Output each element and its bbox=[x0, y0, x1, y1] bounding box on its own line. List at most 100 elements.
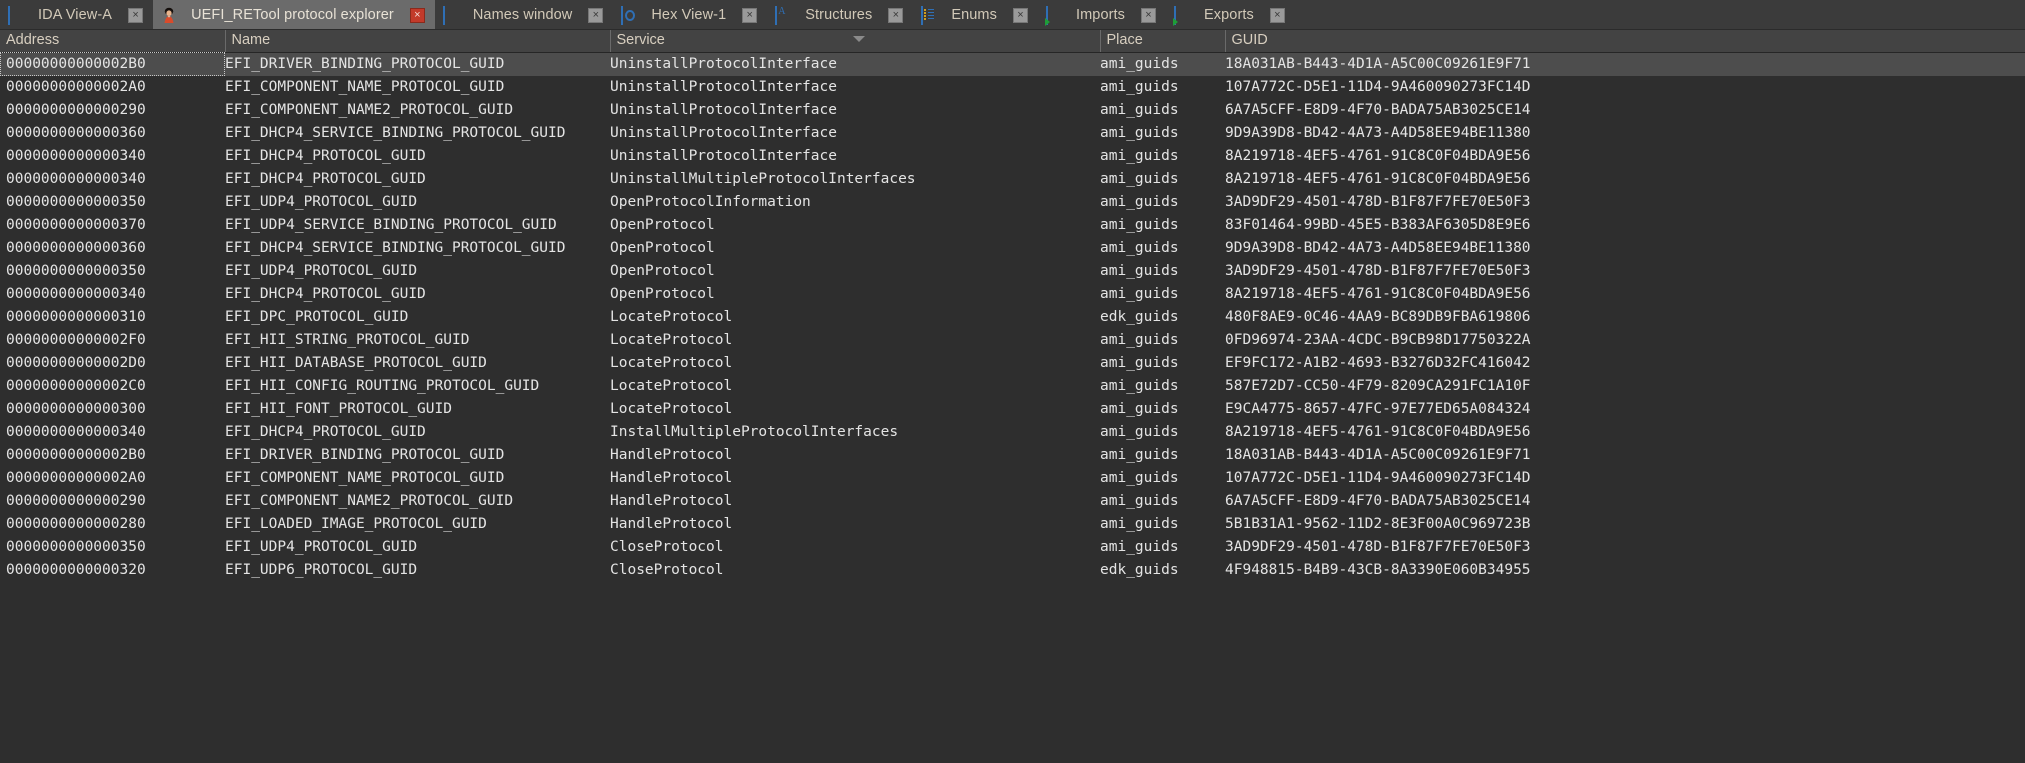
cell-service[interactable]: OpenProtocol bbox=[610, 260, 1100, 283]
cell-service[interactable]: UninstallProtocolInterface bbox=[610, 76, 1100, 99]
cell-address[interactable]: 0000000000000340 bbox=[0, 145, 225, 168]
cell-guid[interactable]: 6A7A5CFF-E8D9-4F70-BADA75AB3025CE14 bbox=[1225, 490, 2025, 513]
cell-guid[interactable]: 5B1B31A1-9562-11D2-8E3F00A0C969723B bbox=[1225, 513, 2025, 536]
cell-name[interactable]: EFI_DHCP4_PROTOCOL_GUID bbox=[225, 145, 610, 168]
cell-place[interactable]: ami_guids bbox=[1100, 76, 1225, 99]
cell-place[interactable]: ami_guids bbox=[1100, 237, 1225, 260]
cell-address[interactable]: 00000000000002F0 bbox=[0, 329, 225, 352]
cell-address[interactable]: 0000000000000300 bbox=[0, 398, 225, 421]
cell-place[interactable]: ami_guids bbox=[1100, 145, 1225, 168]
table-row[interactable]: 00000000000002A0 EFI_COMPONENT_NAME_PROTO… bbox=[0, 466, 2025, 490]
cell-service[interactable]: InstallMultipleProtocolInterfaces bbox=[610, 421, 1100, 444]
cell-name[interactable]: EFI_LOADED_IMAGE_PROTOCOL_GUID bbox=[225, 513, 610, 536]
cell-address[interactable]: 0000000000000360 bbox=[0, 237, 225, 260]
cell-service[interactable]: LocateProtocol bbox=[610, 375, 1100, 398]
cell-address[interactable]: 0000000000000340 bbox=[0, 283, 225, 306]
cell-guid[interactable]: 107A772C-D5E1-11D4-9A460090273FC14D bbox=[1225, 467, 2025, 490]
cell-service[interactable]: OpenProtocol bbox=[610, 214, 1100, 237]
table-row[interactable]: 0000000000000290 EFI_COMPONENT_NAME2_PROT… bbox=[0, 98, 2025, 122]
table-row[interactable]: 0000000000000340 EFI_DHCP4_PROTOCOL_GUID U… bbox=[0, 144, 2025, 168]
close-icon[interactable]: × bbox=[1141, 7, 1157, 23]
column-header-address[interactable]: Address bbox=[0, 30, 226, 53]
cell-guid[interactable]: 587E72D7-CC50-4F79-8209CA291FC1A10F bbox=[1225, 375, 2025, 398]
cell-address[interactable]: 00000000000002A0 bbox=[0, 467, 225, 490]
cell-place[interactable]: ami_guids bbox=[1100, 444, 1225, 467]
column-header-guid[interactable]: GUID bbox=[1225, 30, 2025, 53]
cell-place[interactable]: ami_guids bbox=[1100, 536, 1225, 559]
close-icon[interactable]: × bbox=[588, 7, 604, 23]
protocol-table-container[interactable]: Address Name Service Place GUID 000000000000… bbox=[0, 30, 2025, 763]
table-row[interactable]: 00000000000002B0 EFI_DRIVER_BINDING_PROTO… bbox=[0, 443, 2025, 467]
cell-address[interactable]: 0000000000000280 bbox=[0, 513, 225, 536]
cell-guid[interactable]: 3AD9DF29-4501-478D-B1F87F7FE70E50F3 bbox=[1225, 191, 2025, 214]
cell-place[interactable]: ami_guids bbox=[1100, 99, 1225, 122]
cell-name[interactable]: EFI_COMPONENT_NAME2_PROTOCOL_GUID bbox=[225, 490, 610, 513]
cell-place[interactable]: ami_guids bbox=[1100, 122, 1225, 145]
table-row[interactable]: 0000000000000320 EFI_UDP6_PROTOCOL_GUID Cl… bbox=[0, 558, 2025, 582]
table-row[interactable]: 00000000000002F0 EFI_HII_STRING_PROTOCOL_… bbox=[0, 328, 2025, 352]
cell-address[interactable]: 00000000000002A0 bbox=[0, 76, 225, 99]
cell-name[interactable]: EFI_COMPONENT_NAME2_PROTOCOL_GUID bbox=[225, 99, 610, 122]
cell-guid[interactable]: 9D9A39D8-BD42-4A73-A4D58EE94BE11380 bbox=[1225, 122, 2025, 145]
cell-place[interactable]: ami_guids bbox=[1100, 260, 1225, 283]
column-header-name[interactable]: Name bbox=[225, 30, 611, 53]
cell-guid[interactable]: 83F01464-99BD-45E5-B383AF6305D8E9E6 bbox=[1225, 214, 2025, 237]
table-row[interactable]: 00000000000002C0 EFI_HII_CONFIG_ROUTING_P… bbox=[0, 374, 2025, 398]
cell-service[interactable]: LocateProtocol bbox=[610, 352, 1100, 375]
cell-name[interactable]: EFI_UDP4_PROTOCOL_GUID bbox=[225, 191, 610, 214]
cell-service[interactable]: HandleProtocol bbox=[610, 490, 1100, 513]
cell-guid[interactable]: 8A219718-4EF5-4761-91C8C0F04BDA9E56 bbox=[1225, 145, 2025, 168]
cell-place[interactable]: ami_guids bbox=[1100, 421, 1225, 444]
cell-guid[interactable]: 107A772C-D5E1-11D4-9A460090273FC14D bbox=[1225, 76, 2025, 99]
table-row[interactable]: 0000000000000360 EFI_DHCP4_SERVICE_BINDIN… bbox=[0, 236, 2025, 260]
table-row[interactable]: 0000000000000340 EFI_DHCP4_PROTOCOL_GUID O… bbox=[0, 282, 2025, 306]
cell-place[interactable]: ami_guids bbox=[1100, 283, 1225, 306]
cell-place[interactable]: ami_guids bbox=[1100, 168, 1225, 191]
cell-service[interactable]: CloseProtocol bbox=[610, 559, 1100, 582]
cell-address[interactable]: 0000000000000290 bbox=[0, 99, 225, 122]
cell-name[interactable]: EFI_HII_FONT_PROTOCOL_GUID bbox=[225, 398, 610, 421]
cell-guid[interactable]: 9D9A39D8-BD42-4A73-A4D58EE94BE11380 bbox=[1225, 237, 2025, 260]
cell-service[interactable]: LocateProtocol bbox=[610, 329, 1100, 352]
cell-address[interactable]: 0000000000000350 bbox=[0, 536, 225, 559]
cell-service[interactable]: LocateProtocol bbox=[610, 398, 1100, 421]
table-row[interactable]: 0000000000000290 EFI_COMPONENT_NAME2_PROT… bbox=[0, 489, 2025, 513]
cell-address[interactable]: 0000000000000340 bbox=[0, 421, 225, 444]
cell-name[interactable]: EFI_UDP6_PROTOCOL_GUID bbox=[225, 559, 610, 582]
cell-place[interactable]: ami_guids bbox=[1100, 490, 1225, 513]
cell-name[interactable]: EFI_DHCP4_PROTOCOL_GUID bbox=[225, 168, 610, 191]
table-row[interactable]: 0000000000000350 EFI_UDP4_PROTOCOL_GUID Cl… bbox=[0, 535, 2025, 559]
cell-name[interactable]: EFI_HII_STRING_PROTOCOL_GUID bbox=[225, 329, 610, 352]
table-row[interactable]: 0000000000000340 EFI_DHCP4_PROTOCOL_GUID I… bbox=[0, 420, 2025, 444]
cell-place[interactable]: ami_guids bbox=[1100, 352, 1225, 375]
cell-name[interactable]: EFI_DRIVER_BINDING_PROTOCOL_GUID bbox=[225, 52, 610, 76]
cell-guid[interactable]: 8A219718-4EF5-4761-91C8C0F04BDA9E56 bbox=[1225, 168, 2025, 191]
cell-guid[interactable]: 18A031AB-B443-4D1A-A5C00C09261E9F71 bbox=[1225, 444, 2025, 467]
close-icon[interactable]: × bbox=[1012, 7, 1028, 23]
cell-service[interactable]: HandleProtocol bbox=[610, 513, 1100, 536]
cell-guid[interactable]: E9CA4775-8657-47FC-97E77ED65A084324 bbox=[1225, 398, 2025, 421]
tab-exports[interactable]: Exports × bbox=[1166, 0, 1295, 29]
cell-place[interactable]: ami_guids bbox=[1100, 191, 1225, 214]
cell-address[interactable]: 0000000000000320 bbox=[0, 559, 225, 582]
cell-place[interactable]: ami_guids bbox=[1100, 467, 1225, 490]
table-row[interactable]: 0000000000000350 EFI_UDP4_PROTOCOL_GUID Op… bbox=[0, 259, 2025, 283]
table-row[interactable]: 0000000000000310 EFI_DPC_PROTOCOL_GUID Loc… bbox=[0, 305, 2025, 329]
cell-guid[interactable]: 18A031AB-B443-4D1A-A5C00C09261E9F71 bbox=[1225, 52, 2025, 76]
cell-guid[interactable]: 0FD96974-23AA-4CDC-B9CB98D17750322A bbox=[1225, 329, 2025, 352]
cell-service[interactable]: UninstallProtocolInterface bbox=[610, 52, 1100, 76]
table-row[interactable]: 0000000000000280 EFI_LOADED_IMAGE_PROTOCO… bbox=[0, 512, 2025, 536]
table-row[interactable]: 00000000000002B0 EFI_DRIVER_BINDING_PROTO… bbox=[0, 52, 2025, 76]
cell-address[interactable]: 0000000000000360 bbox=[0, 122, 225, 145]
cell-guid[interactable]: 3AD9DF29-4501-478D-B1F87F7FE70E50F3 bbox=[1225, 536, 2025, 559]
cell-place[interactable]: edk_guids bbox=[1100, 306, 1225, 329]
cell-place[interactable]: ami_guids bbox=[1100, 375, 1225, 398]
cell-address[interactable]: 0000000000000310 bbox=[0, 306, 225, 329]
cell-service[interactable]: HandleProtocol bbox=[610, 444, 1100, 467]
column-header-service[interactable]: Service bbox=[610, 30, 1101, 53]
cell-name[interactable]: EFI_DRIVER_BINDING_PROTOCOL_GUID bbox=[225, 444, 610, 467]
cell-name[interactable]: EFI_UDP4_PROTOCOL_GUID bbox=[225, 260, 610, 283]
tab-enums[interactable]: Enums × bbox=[913, 0, 1038, 29]
cell-service[interactable]: UninstallMultipleProtocolInterfaces bbox=[610, 168, 1100, 191]
cell-address[interactable]: 00000000000002B0 bbox=[0, 444, 225, 467]
